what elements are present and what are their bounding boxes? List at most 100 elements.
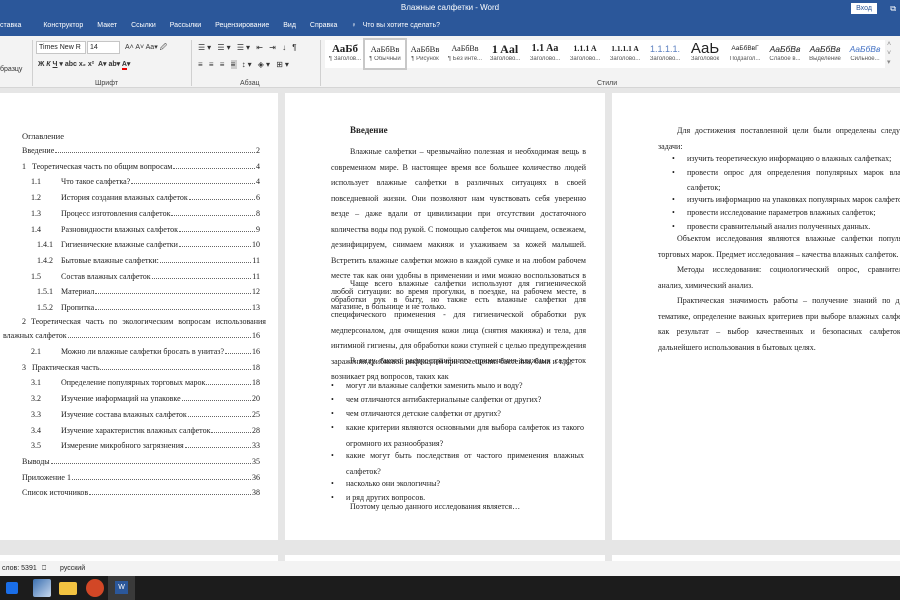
- tab-insert[interactable]: ставка: [0, 22, 21, 29]
- toc-page: 18: [252, 362, 260, 372]
- toc-page: 10: [252, 240, 260, 250]
- tab-references[interactable]: Ссылки: [131, 22, 156, 29]
- tasks-paragraph: Для достижения поставленной цели были оп…: [658, 126, 900, 151]
- toc-entry[interactable]: 1.4 Разновидности влажных салфеток 9: [31, 225, 260, 234]
- toc-entry[interactable]: 2 Теоретическая часть по экологическим в…: [22, 317, 266, 326]
- toc-entry[interactable]: 3.2 Изучение информаций на упаковке 20: [31, 394, 260, 403]
- style-item[interactable]: АаБбВв ¶ Обычный: [363, 38, 407, 70]
- toc-entry[interactable]: Введение 2: [22, 146, 260, 155]
- style-name: Заголово...: [649, 56, 681, 62]
- toc-title: Введение: [22, 146, 55, 155]
- list-buttons[interactable]: ☰▾ ☰▾ ☰▾ ⇤ ⇥ ↓ ¶: [198, 43, 299, 52]
- style-item[interactable]: АаЬ Заголовок: [685, 40, 725, 68]
- toc-entry[interactable]: 3.3 Изучение состава влажных салфеток 25: [31, 410, 260, 419]
- style-item[interactable]: АаБбВв ¶ Без инте...: [445, 40, 485, 68]
- style-item[interactable]: 1.1.1.1 A Заголово...: [605, 40, 645, 68]
- language-indicator[interactable]: русский: [60, 561, 85, 576]
- toc-page: 16: [252, 347, 260, 356]
- style-item[interactable]: АаБбВв Сильное...: [845, 40, 885, 68]
- toc-page: 4: [256, 177, 260, 187]
- powerpoint-icon[interactable]: [86, 579, 104, 597]
- toc-number: 3: [22, 362, 26, 372]
- proofing-icon[interactable]: ⎕: [42, 561, 46, 576]
- toc-entry[interactable]: 1 Теоретическая часть по общим вопросам 4: [22, 162, 260, 171]
- tab-mailings[interactable]: Рассылки: [170, 22, 201, 29]
- style-item[interactable]: АаБбВв Слабое в...: [765, 40, 805, 68]
- toc-entry[interactable]: Выводы 35: [22, 457, 260, 466]
- styles-scroll-buttons[interactable]: ˄ ˅ ▾: [887, 40, 891, 67]
- style-item[interactable]: АаБбВв Выделение: [805, 40, 845, 68]
- tab-review[interactable]: Рецензирование: [215, 22, 269, 29]
- font-size-select[interactable]: 14: [87, 41, 120, 54]
- toc-page: 16: [252, 331, 260, 340]
- style-name: ¶ Заголов...: [328, 56, 362, 62]
- ribbon: бразцу Times New R 14 A˄ A˅ Aa▾ 🖉 Ж К Ч …: [0, 36, 900, 88]
- toc-entry-continued[interactable]: влажных салфеток 16: [3, 331, 260, 340]
- font-grow-shrink-buttons[interactable]: A˄ A˅ Aa▾ 🖉: [125, 43, 167, 54]
- font-format-buttons[interactable]: Ж К Ч ▾ abc x₂ x² A▾ ab▾ A▾: [38, 60, 130, 70]
- file-explorer-icon[interactable]: [59, 582, 77, 595]
- toc-entry[interactable]: 1.5 Состав влажных салфеток 11: [31, 272, 260, 281]
- toc-entry[interactable]: 1.4.2 Бытовые влажные салфетки: 11: [37, 256, 260, 265]
- toc-entry[interactable]: 3.5 Измерение микробного загрязнения 33: [31, 441, 260, 450]
- toc-title: Можно ли влажные салфетки бросать в унит…: [61, 347, 225, 356]
- format-painter-button[interactable]: бразцу: [0, 66, 22, 73]
- toc-page: 25: [252, 409, 260, 419]
- toc-entry[interactable]: 3.4 Изучение характеристик влажных салфет…: [31, 426, 260, 435]
- document-page-2[interactable]: Введение Влажные салфетки – чрезвычайно …: [285, 93, 605, 540]
- intro-heading: Введение: [350, 125, 388, 135]
- toc-title: Пропитка: [61, 303, 95, 312]
- word-icon: W: [115, 581, 128, 594]
- bullet-item: какие могут быть последствия от частого …: [331, 448, 584, 479]
- style-item[interactable]: 1.1.1.1. Заголово...: [645, 40, 685, 68]
- toc-entry[interactable]: 1.2 История создания влажных салфеток 6: [31, 193, 260, 202]
- toc-entry[interactable]: 3 Практическая часть 18: [22, 363, 260, 372]
- word-count[interactable]: слов: 5391: [2, 561, 37, 576]
- toc-page: 38: [252, 488, 260, 498]
- toc-entry[interactable]: 3.1 Определение популярных торговых марок…: [31, 378, 260, 387]
- style-item[interactable]: 1 Aal Заголово...: [485, 40, 525, 68]
- style-item[interactable]: АаБб ¶ Заголов...: [325, 40, 365, 68]
- style-item[interactable]: АаБбВвГ Подзагол...: [725, 40, 765, 68]
- tab-help[interactable]: Справка: [310, 22, 337, 29]
- style-name: Заголово...: [489, 56, 521, 62]
- methods-paragraph: Методы исследования: социологический опр…: [658, 265, 900, 290]
- toc-entry[interactable]: 2.1 Можно ли влажные салфетки бросать в у…: [31, 347, 260, 356]
- toc-entry[interactable]: 1.5.1 Материал 12: [37, 287, 260, 296]
- style-item[interactable]: АаБбВв ¶ Рисунок: [405, 40, 445, 68]
- style-item[interactable]: 1.1.1 A Заголово...: [565, 40, 605, 68]
- toc-title: Выводы: [22, 456, 50, 466]
- toc-title: Измерение микробного загрязнения: [61, 441, 184, 451]
- document-page-1[interactable]: Оглавление Введение 2 1 Теоретическая часть…: [0, 93, 278, 540]
- toc-entry[interactable]: 1.1 Что такое салфетка? 4: [31, 177, 260, 186]
- toc-title: Изучение состава влажных салфеток: [61, 409, 187, 419]
- teamviewer-icon[interactable]: [6, 582, 18, 594]
- style-name: Сильное...: [850, 56, 880, 62]
- ribbon-display-icon[interactable]: ⧉: [890, 4, 896, 14]
- style-preview: АаБбВв: [849, 44, 881, 54]
- style-item[interactable]: 1.1 Aa Заголово...: [525, 40, 565, 68]
- style-preview: АаБбВв: [451, 44, 479, 53]
- toc-entry[interactable]: Список источников 38: [22, 488, 260, 497]
- style-name: ¶ Без инте...: [447, 56, 483, 62]
- tab-view[interactable]: Вид: [283, 22, 296, 29]
- tell-me-input[interactable]: Что вы хотите сделать?: [363, 22, 440, 29]
- alignment-buttons[interactable]: ≡ ≡ ≡ ≡ ↕▾ ◈▾ ⊞▾: [198, 60, 291, 69]
- word-taskbar-button[interactable]: W: [108, 576, 135, 600]
- toc-entry[interactable]: 1.5.2 Пропитка 13: [37, 303, 260, 312]
- tab-layout[interactable]: Макет: [97, 22, 117, 29]
- document-page-3[interactable]: Для достижения поставленной цели были оп…: [612, 93, 900, 540]
- toc-title: Процесс изготовления салфеток: [61, 208, 171, 218]
- app-icon[interactable]: [33, 579, 51, 597]
- toc-title: Разновидности влажных салфеток: [61, 224, 179, 234]
- toc-entry[interactable]: Приложение 1 36: [22, 473, 260, 482]
- font-name-select[interactable]: Times New R: [36, 41, 86, 54]
- tab-design[interactable]: Конструктор: [43, 22, 83, 29]
- toc-title: Материал: [61, 287, 95, 297]
- style-name: Заголово...: [569, 56, 601, 62]
- toc-entry[interactable]: 1.3 Процесс изготовления салфеток 8: [31, 209, 260, 218]
- login-button[interactable]: Вход: [851, 3, 877, 14]
- toc-page: 4: [256, 161, 260, 171]
- toc-title: Состав влажных салфеток: [61, 271, 151, 281]
- toc-entry[interactable]: 1.4.1 Гигиенические влажные салфетки 10: [37, 240, 260, 249]
